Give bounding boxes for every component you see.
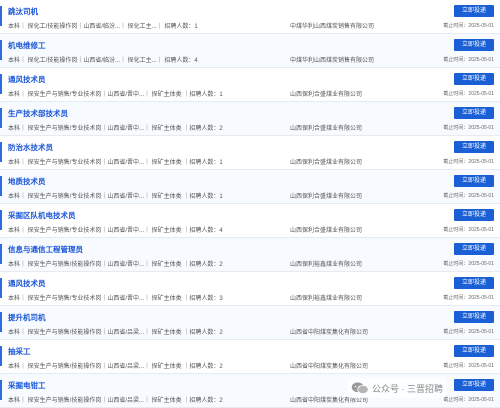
row-accent-bar <box>0 40 2 60</box>
apply-button[interactable]: 立即投递 <box>454 39 494 51</box>
job-row-9: 通风技术员 本科｜ 探安生产与销售/专业技术岗｜山西省/晋中...｜ 探矿主体类… <box>0 272 500 306</box>
job-row-10: 提升机司机 本科｜ 探安生产与销售/技能操作岗｜山西省/吕梁...｜ 探矿主体类… <box>0 306 500 340</box>
job-deadline: 截止时间：2025-05-01 <box>443 57 494 63</box>
job-details: 本科｜ 探安生产与销售/专业技术岗｜山西省/晋中...｜ 探矿主体类 ｜招聘人数… <box>8 126 223 132</box>
job-company: 山西省中阳煤炭集化有限公司 <box>290 364 369 370</box>
apply-button[interactable]: 立即投递 <box>454 141 494 153</box>
job-company: 山西保利合盛煤业有限公司 <box>290 228 363 234</box>
job-details: 本科｜ 探安生产与销售/技能操作岗｜山西省/吕梁...｜ 探矿主体类 ｜招聘人数… <box>8 364 223 370</box>
job-deadline: 截止时间：2025-05-01 <box>443 227 494 233</box>
job-deadline: 截止时间：2025-05-01 <box>443 261 494 267</box>
job-title[interactable]: 跳汰司机 <box>8 6 38 17</box>
job-title[interactable]: 抽采工 <box>8 346 31 357</box>
row-accent-bar <box>0 210 2 230</box>
job-title[interactable]: 提升机司机 <box>8 312 46 323</box>
row-accent-bar <box>0 74 2 94</box>
job-title[interactable]: 通风技术员 <box>8 278 46 289</box>
job-company: 山西保利合盛煤业有限公司 <box>290 194 363 200</box>
job-details: 本科｜ 探安生产与销售/专业技术岗｜山西省/晋中...｜ 探矿主体类 ｜招聘人数… <box>8 92 223 98</box>
apply-button[interactable]: 立即投递 <box>454 243 494 255</box>
job-row-7: 采掘区队机电技术员 本科｜ 探安生产与销售/专业技术岗｜山西省/晋中...｜ 探… <box>0 204 500 238</box>
job-company: 中煤华利山西煤炭销售有限公司 <box>290 24 375 30</box>
row-accent-bar <box>0 6 2 26</box>
watermark: 公众号 · 三晋招聘 <box>348 378 446 398</box>
job-deadline: 截止时间：2025-05-01 <box>443 363 494 369</box>
job-details: 本科｜ 探安生产与销售/专业技术岗｜山西省/晋中...｜ 探矿主体类 ｜招聘人数… <box>8 160 223 166</box>
job-deadline: 截止时间：2025-05-01 <box>443 23 494 29</box>
job-company: 山西保利裕鑫煤业有限公司 <box>290 296 363 302</box>
job-deadline: 截止时间：2025-05-01 <box>443 193 494 199</box>
apply-button[interactable]: 立即投递 <box>454 73 494 85</box>
wechat-official-account-icon <box>351 382 369 394</box>
job-details: 本科｜ 探安生产与销售/专业技术岗｜山西省/晋中...｜ 探矿主体类 ｜招聘人数… <box>8 194 223 200</box>
job-company: 山西保利合盛煤业有限公司 <box>290 92 363 98</box>
job-deadline: 截止时间：2025-05-01 <box>443 295 494 301</box>
job-deadline: 截止时间：2025-05-01 <box>443 397 494 403</box>
job-details: 本科｜ 探安生产与销售/专业技术岗｜山西省/晋中...｜ 探矿主体类 ｜招聘人数… <box>8 228 223 234</box>
job-company: 山西省中阳煤炭集化有限公司 <box>290 330 369 336</box>
row-accent-bar <box>0 142 2 162</box>
apply-button[interactable]: 立即投递 <box>454 311 494 323</box>
job-title[interactable]: 信息与通信工程管理员 <box>8 244 83 255</box>
job-row-1: 跳汰司机 本科｜ 探化工/技能操作岗｜山西省/临汾...｜ 探化工主...｜ 招… <box>0 0 500 34</box>
job-row-5: 防治水技术员 本科｜ 探安生产与销售/专业技术岗｜山西省/晋中...｜ 探矿主体… <box>0 136 500 170</box>
job-title[interactable]: 机电维修工 <box>8 40 46 51</box>
job-row-6: 地质技术员 本科｜ 探安生产与销售/专业技术岗｜山西省/晋中...｜ 探矿主体类… <box>0 170 500 204</box>
job-row-3: 通风技术员 本科｜ 探安生产与销售/专业技术岗｜山西省/晋中...｜ 探矿主体类… <box>0 68 500 102</box>
job-deadline: 截止时间：2025-05-01 <box>443 329 494 335</box>
row-accent-bar <box>0 108 2 128</box>
job-company: 山西保利合盛煤业有限公司 <box>290 126 363 132</box>
job-row-2: 机电维修工 本科｜ 探化工/技能操作岗｜山西省/临汾...｜ 探化工主...｜ … <box>0 34 500 68</box>
job-title[interactable]: 采掘电钳工 <box>8 380 46 391</box>
job-list: 跳汰司机 本科｜ 探化工/技能操作岗｜山西省/临汾...｜ 探化工主...｜ 招… <box>0 0 500 408</box>
job-company: 山西保利合盛煤业有限公司 <box>290 160 363 166</box>
job-details: 本科｜ 探化工/技能操作岗｜山西省/临汾...｜ 探化工主...｜ 招聘人数：1 <box>8 24 198 30</box>
job-title[interactable]: 防治水技术员 <box>8 142 53 153</box>
apply-button[interactable]: 立即投递 <box>454 107 494 119</box>
job-details: 本科｜ 探安生产与销售/技能操作岗｜山西省/吕梁...｜ 探矿主体类 ｜招聘人数… <box>8 330 223 336</box>
row-accent-bar <box>0 244 2 264</box>
job-deadline: 截止时间：2025-05-01 <box>443 125 494 131</box>
row-accent-bar <box>0 380 2 400</box>
row-accent-bar <box>0 176 2 196</box>
apply-button[interactable]: 立即投递 <box>454 277 494 289</box>
job-details: 本科｜ 探化工/技能操作岗｜山西省/临汾...｜ 探化工主...｜ 招聘人数：4 <box>8 58 198 64</box>
job-company: 中煤华利山西煤炭销售有限公司 <box>290 58 375 64</box>
watermark-text: 公众号 · 三晋招聘 <box>372 383 443 394</box>
row-accent-bar <box>0 278 2 298</box>
job-row-4: 生产技术部技术员 本科｜ 探安生产与销售/专业技术岗｜山西省/晋中...｜ 探矿… <box>0 102 500 136</box>
apply-button[interactable]: 立即投递 <box>454 209 494 221</box>
job-title[interactable]: 通风技术员 <box>8 74 46 85</box>
job-details: 本科｜ 探安生产与销售/技能操作岗｜山西省/吕梁...｜ 探矿主体类 ｜招聘人数… <box>8 398 223 404</box>
job-details: 本科｜ 探安生产与销售/专业技术岗｜山西省/晋中...｜ 探矿主体类 ｜招聘人数… <box>8 296 223 302</box>
apply-button[interactable]: 立即投递 <box>454 345 494 357</box>
apply-button[interactable]: 立即投递 <box>454 379 494 391</box>
job-title[interactable]: 生产技术部技术员 <box>8 108 68 119</box>
apply-button[interactable]: 立即投递 <box>454 5 494 17</box>
job-deadline: 截止时间：2025-05-01 <box>443 159 494 165</box>
job-row-11: 抽采工 本科｜ 探安生产与销售/技能操作岗｜山西省/吕梁...｜ 探矿主体类 ｜… <box>0 340 500 374</box>
job-row-8: 信息与通信工程管理员 本科｜ 探安生产与销售/技能操作岗｜山西省/晋中...｜ … <box>0 238 500 272</box>
job-company: 山西保利裕鑫煤业有限公司 <box>290 262 363 268</box>
apply-button[interactable]: 立即投递 <box>454 175 494 187</box>
row-accent-bar <box>0 312 2 332</box>
job-title[interactable]: 采掘区队机电技术员 <box>8 210 76 221</box>
job-title[interactable]: 地质技术员 <box>8 176 46 187</box>
row-accent-bar <box>0 346 2 366</box>
job-deadline: 截止时间：2025-05-01 <box>443 91 494 97</box>
job-details: 本科｜ 探安生产与销售/技能操作岗｜山西省/晋中...｜ 探矿主体类 ｜招聘人数… <box>8 262 223 268</box>
